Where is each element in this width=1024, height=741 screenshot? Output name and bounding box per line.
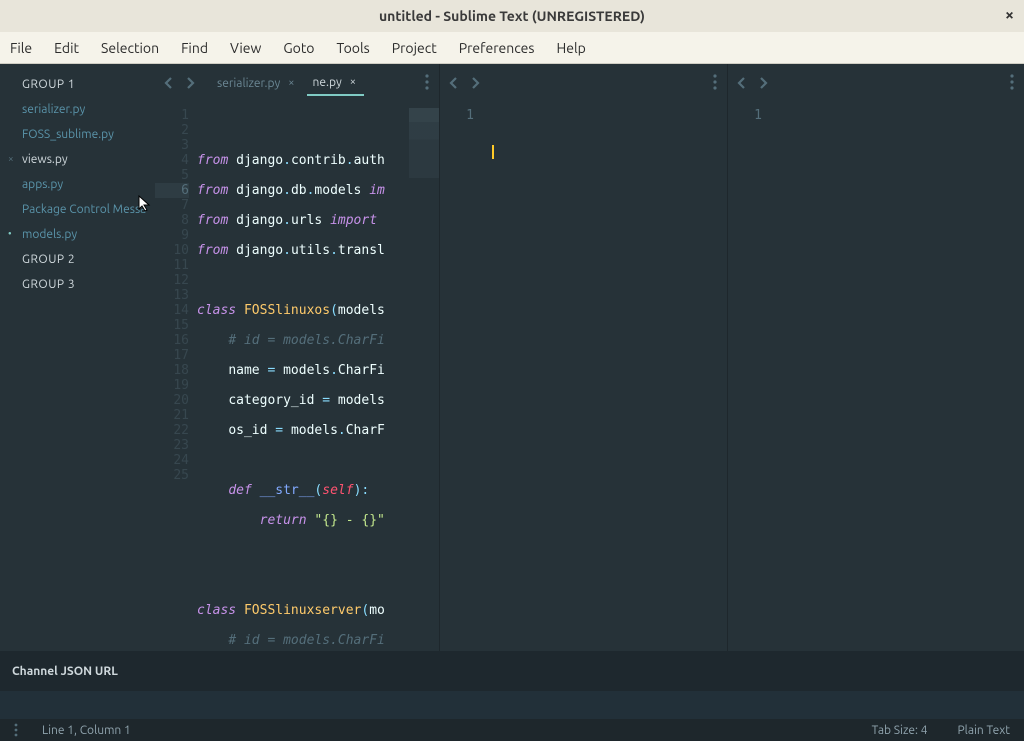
menu-view[interactable]: View xyxy=(230,40,261,56)
close-icon[interactable]: × xyxy=(1005,6,1014,24)
group-3-header[interactable]: GROUP 3 xyxy=(0,272,155,297)
menu-preferences[interactable]: Preferences xyxy=(459,40,535,56)
menu-help[interactable]: Help xyxy=(556,40,585,56)
pane-3: 1 xyxy=(728,64,1024,651)
menubar: File Edit Selection Find View Goto Tools… xyxy=(0,32,1024,64)
sidebar-file-serializer[interactable]: serializer.py xyxy=(0,97,155,122)
menu-find[interactable]: Find xyxy=(181,40,208,56)
minimap[interactable] xyxy=(409,108,439,178)
code-area[interactable] xyxy=(482,102,727,651)
sidebar-file-models[interactable]: •models.py xyxy=(0,222,155,247)
editor-pane-3[interactable]: 1 xyxy=(728,102,1024,651)
statusbar: Line 1, Column 1 Tab Size: 4 Plain Text xyxy=(0,719,1024,741)
close-tab-icon[interactable]: × xyxy=(348,76,358,88)
sidebar-file-apps[interactable]: apps.py xyxy=(0,172,155,197)
menu-project[interactable]: Project xyxy=(392,40,437,56)
pane-2: 1 xyxy=(440,64,728,651)
menu-file[interactable]: File xyxy=(10,40,32,56)
menu-edit[interactable]: Edit xyxy=(54,40,79,56)
gutter: 1 xyxy=(728,102,770,651)
tabbar-pane-1: serializer.py× ne.py× xyxy=(155,64,439,102)
sidebar: GROUP 1 serializer.py FOSS_sublime.py ×v… xyxy=(0,64,155,651)
status-syntax[interactable]: Plain Text xyxy=(957,724,1010,737)
gutter: 1234567891011121314151617181920212223242… xyxy=(155,102,197,651)
menu-tools[interactable]: Tools xyxy=(337,40,370,56)
sidebar-file-pkg-control[interactable]: Package Control Messa xyxy=(0,197,155,222)
tabbar-pane-3 xyxy=(728,64,1024,102)
tab-active[interactable]: ne.py× xyxy=(307,71,364,96)
pane-1: serializer.py× ne.py× 123456789101112131… xyxy=(155,64,440,651)
group-1-header[interactable]: GROUP 1 xyxy=(0,72,155,97)
editor-pane-1[interactable]: 1234567891011121314151617181920212223242… xyxy=(155,102,439,651)
sidebar-file-views[interactable]: ×views.py xyxy=(0,147,155,172)
tab-overflow-icon[interactable] xyxy=(713,74,717,90)
code-area[interactable] xyxy=(770,102,1024,651)
group-2-header[interactable]: GROUP 2 xyxy=(0,247,155,272)
chevron-left-icon[interactable] xyxy=(163,76,175,90)
close-file-icon[interactable]: × xyxy=(8,153,14,164)
chevron-right-icon[interactable] xyxy=(185,76,197,90)
chevron-left-icon[interactable] xyxy=(736,76,748,90)
chevron-right-icon[interactable] xyxy=(470,76,482,90)
titlebar: untitled - Sublime Text (UNREGISTERED) × xyxy=(0,0,1024,32)
workspace: GROUP 1 serializer.py FOSS_sublime.py ×v… xyxy=(0,64,1024,651)
code-area[interactable]: from django.contrib.auth from django.db.… xyxy=(197,102,439,651)
status-menu-icon[interactable] xyxy=(14,723,18,737)
menu-goto[interactable]: Goto xyxy=(283,40,314,56)
close-tab-icon[interactable]: × xyxy=(286,77,296,89)
window-title: untitled - Sublime Text (UNREGISTERED) xyxy=(379,8,645,24)
tabbar-pane-2 xyxy=(440,64,727,102)
sidebar-file-foss-sublime[interactable]: FOSS_sublime.py xyxy=(0,122,155,147)
channel-label: Channel JSON URL xyxy=(12,665,118,678)
chevron-left-icon[interactable] xyxy=(448,76,460,90)
chevron-right-icon[interactable] xyxy=(758,76,770,90)
channel-input-area[interactable] xyxy=(0,691,1024,719)
dirty-file-icon: • xyxy=(8,228,12,239)
tab-serializer[interactable]: serializer.py× xyxy=(211,72,303,95)
editor-pane-2[interactable]: 1 xyxy=(440,102,727,651)
tab-overflow-icon[interactable] xyxy=(1010,74,1014,90)
tab-overflow-icon[interactable] xyxy=(425,74,429,90)
status-tabsize[interactable]: Tab Size: 4 xyxy=(872,724,928,737)
status-position[interactable]: Line 1, Column 1 xyxy=(42,724,131,737)
caret xyxy=(492,145,494,159)
gutter: 1 xyxy=(440,102,482,651)
menu-selection[interactable]: Selection xyxy=(101,40,159,56)
channel-bar: Channel JSON URL xyxy=(0,651,1024,691)
